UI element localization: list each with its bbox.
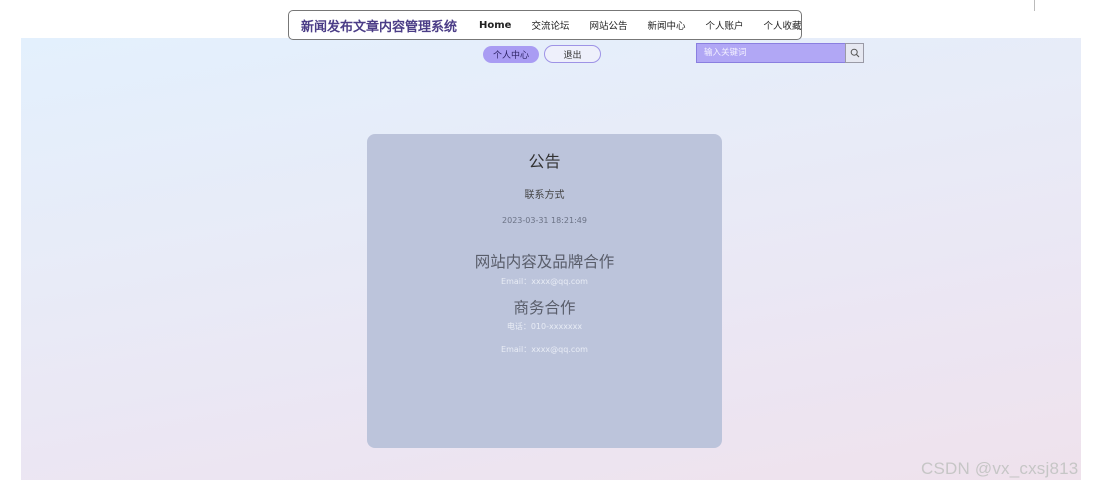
search-icon xyxy=(850,48,859,58)
search-button[interactable] xyxy=(845,43,864,63)
watermark: CSDN @vx_cxsj813 xyxy=(921,459,1079,478)
notice-title: 联系方式 xyxy=(524,190,565,201)
main-nav: Home 交流论坛 网站公告 新闻中心 个人账户 个人收藏 xyxy=(479,18,802,33)
content-section-title-business: 商务合作 xyxy=(513,299,576,317)
divider xyxy=(1034,0,1035,11)
content-email-brand: Email：xxxx@qq.com xyxy=(501,277,588,286)
notice-date: 2023-03-31 18:21:49 xyxy=(502,216,587,225)
search-input[interactable] xyxy=(696,43,845,63)
nav-item-forum[interactable]: 交流论坛 xyxy=(531,18,569,32)
site-title: 新闻发布文章内容管理系统 xyxy=(301,19,458,35)
notice-heading: 公告 xyxy=(528,152,561,171)
nav-item-news-center[interactable]: 新闻中心 xyxy=(648,18,686,32)
logout-button[interactable]: 退出 xyxy=(544,45,601,63)
top-navigation-bar: 新闻发布文章内容管理系统 Home 交流论坛 网站公告 新闻中心 个人账户 个人… xyxy=(288,10,802,40)
content-email-business: Email：xxxx@qq.com xyxy=(501,345,588,354)
nav-item-announcements[interactable]: 网站公告 xyxy=(589,18,627,32)
personal-center-button[interactable]: 个人中心 xyxy=(483,46,539,63)
nav-item-home[interactable]: Home xyxy=(479,20,511,31)
content-section-title-brand: 网站内容及品牌合作 xyxy=(474,253,615,271)
content-phone: 电话：010-xxxxxxx xyxy=(506,322,583,331)
notice-card: 公告 联系方式 2023-03-31 18:21:49 网站内容及品牌合作 Em… xyxy=(367,134,722,448)
nav-item-account[interactable]: 个人账户 xyxy=(706,18,744,32)
nav-item-favorites[interactable]: 个人收藏 xyxy=(764,18,802,32)
